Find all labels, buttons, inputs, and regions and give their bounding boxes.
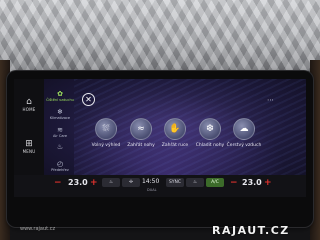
left-temp-plus[interactable]: + xyxy=(90,178,98,188)
menu-item-air-care[interactable]: ≋ Air Care xyxy=(46,126,74,138)
right-temp-minus[interactable]: − xyxy=(230,178,238,188)
home-button[interactable]: ⌂ HOME xyxy=(14,97,44,112)
defrost-windshield-icon: ⛆ xyxy=(95,118,117,140)
close-button[interactable]: ✕ xyxy=(82,93,95,106)
seat-heat-right-button[interactable]: ♨ xyxy=(186,178,204,187)
sync-button[interactable]: SYNC xyxy=(166,178,184,187)
menu-item-label: Klimatizace xyxy=(49,116,71,120)
warm-hands-icon: ✋ xyxy=(164,118,186,140)
fan-icon: ✣ xyxy=(129,180,133,185)
tile-label: Zahřát ruce xyxy=(161,143,189,148)
menu-item-label: Předehřev xyxy=(51,168,69,172)
right-temp-value: 23.0 xyxy=(242,178,262,187)
menu-item-label: Čištění vzduchu xyxy=(46,98,74,102)
left-temp-value: 23.0 xyxy=(68,178,88,187)
snowflake-icon: ❄ xyxy=(57,108,63,116)
fresh-air-icon: ☁ xyxy=(233,118,255,140)
tile-warm-hands[interactable]: ✋ Zahřát ruce xyxy=(155,118,195,148)
tile-clear-view[interactable]: ⛆ Volný výhled xyxy=(86,118,126,148)
fan-button[interactable]: ✣ xyxy=(122,178,140,187)
menu-item-seat-heat[interactable]: ♨ xyxy=(46,143,74,151)
menu-item-climate[interactable]: ❄ Klimatizace xyxy=(46,108,74,120)
air-purifier-icon: ✿ xyxy=(57,90,63,98)
headliner-texture xyxy=(0,0,320,78)
watermark-url: www.rajaut.cz xyxy=(20,226,56,232)
home-label: HOME xyxy=(22,107,36,112)
close-icon: ✕ xyxy=(85,95,92,104)
seat-heat-icon: ♨ xyxy=(56,143,64,151)
tile-label: Volný výhled xyxy=(91,143,121,148)
menu-item-label: Air Care xyxy=(52,134,68,138)
seat-heat-icon: ♨ xyxy=(108,180,114,185)
preheat-icon: ◴ xyxy=(56,160,64,168)
left-temp-minus[interactable]: − xyxy=(54,178,62,188)
home-icon: ⌂ xyxy=(26,97,32,107)
tile-fresh-air[interactable]: ☁ Čerstvý vzduch xyxy=(224,118,264,148)
warm-feet-icon: ≈ xyxy=(130,118,152,140)
watermark-logo: RAJAUT.CZ xyxy=(212,224,290,237)
grid-icon: ⊞ xyxy=(25,139,33,149)
page-indicator[interactable]: ⋯ xyxy=(267,96,274,104)
cool-feet-icon: ❆ xyxy=(199,118,221,140)
seat-heat-left-button[interactable]: ♨ xyxy=(102,178,120,187)
menu-item-preheat[interactable]: ◴ Předehřev xyxy=(46,160,74,172)
climate-side-menu: ✿ Čištění vzduchu ❄ Klimatizace ≋ Air Ca… xyxy=(46,88,74,178)
seat-heat-icon: ♨ xyxy=(192,180,198,185)
menu-button[interactable]: ⊞ MENU xyxy=(14,139,44,154)
air-care-icon: ≋ xyxy=(57,126,63,134)
dual-label: DUAL xyxy=(147,188,157,192)
ac-button[interactable]: A/C xyxy=(206,178,224,187)
menu-label: MENU xyxy=(22,149,36,154)
right-temp-plus[interactable]: + xyxy=(264,178,272,188)
menu-item-air-purify[interactable]: ✿ Čištění vzduchu xyxy=(46,90,74,102)
tile-label: Čerstvý vzduch xyxy=(226,143,262,148)
clock: 14:50 xyxy=(142,178,160,185)
